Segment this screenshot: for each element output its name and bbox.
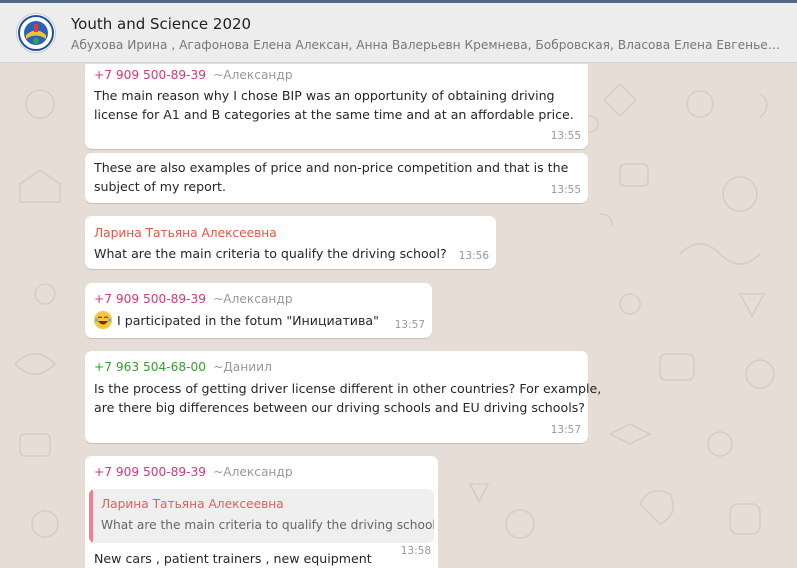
sender-nickname: ~Александр <box>213 68 293 82</box>
sender-phone[interactable]: +7 909 500-89-39 <box>94 68 206 82</box>
message-sender[interactable]: +7 909 500-89-39 ~Александр <box>94 463 293 482</box>
group-emblem-icon <box>18 15 54 51</box>
message-bubble[interactable]: Ларина Татьяна Алексеевна What are the m… <box>85 216 496 269</box>
quoted-text: What are the main criteria to qualify th… <box>101 518 434 532</box>
sender-nickname: ~Александр <box>213 465 293 479</box>
message-sender[interactable]: Ларина Татьяна Алексеевна <box>94 224 277 243</box>
message-sender[interactable]: +7 963 504-68-00 ~Даниил <box>94 358 272 377</box>
message-text: What are the main criteria to qualify th… <box>94 246 447 261</box>
message-bubble[interactable]: +7 963 504-68-00 ~Даниил Is the process o… <box>85 351 601 443</box>
message-text: The main reason why I chose BIP was an o… <box>94 88 555 103</box>
message-bubble[interactable]: +7 909 500-89-39 ~Александр The main reas… <box>85 64 588 149</box>
message-bubble[interactable]: +7 909 500-89-39 ~Александр I participate… <box>85 283 432 338</box>
message-sender[interactable]: +7 909 500-89-39 ~Александр <box>94 290 293 309</box>
message-text: These are also examples of price and non… <box>94 160 569 175</box>
message-text: New cars , patient trainers , new equipm… <box>94 551 372 566</box>
message-time: 13:55 <box>550 130 581 142</box>
message-time: 13:58 <box>400 545 431 557</box>
message-text: are there big differences between our dr… <box>94 400 585 415</box>
group-members-list[interactable]: Абухова Ирина , Агафонова Елена Алексан,… <box>71 38 783 52</box>
quoted-sender: Ларина Татьяна Алексеевна <box>101 497 284 511</box>
quote-accent-bar <box>89 489 93 543</box>
message-text: subject of my report. <box>94 179 226 194</box>
message-bubble[interactable]: +7 909 500-89-39 ~Александр Ларина Татьян… <box>85 456 438 568</box>
sender-phone[interactable]: +7 909 500-89-39 <box>94 292 206 306</box>
group-avatar[interactable] <box>16 13 56 53</box>
sender-phone[interactable]: +7 963 504-68-00 <box>94 360 206 374</box>
message-time: 13:57 <box>550 424 581 436</box>
message-time: 13:56 <box>458 250 489 262</box>
message-text: I participated in the fotum "Инициатива" <box>117 313 379 328</box>
message-time: 13:57 <box>394 319 425 331</box>
sender-phone[interactable]: +7 909 500-89-39 <box>94 465 206 479</box>
message-time: 13:55 <box>550 184 581 196</box>
message-pane[interactable]: +7 909 500-89-39 ~Александр The main reas… <box>0 64 797 568</box>
group-title[interactable]: Youth and Science 2020 <box>71 15 251 33</box>
message-bubble[interactable]: These are also examples of price and non… <box>85 153 588 203</box>
sender-nickname: ~Александр <box>213 292 293 306</box>
message-text-row: I participated in the fotum "Инициатива" <box>94 311 379 330</box>
chat-header[interactable]: Youth and Science 2020 Абухова Ирина , А… <box>0 3 797 63</box>
laughing-emoji-icon <box>94 311 112 329</box>
message-text: Is the process of getting driver license… <box>94 381 602 396</box>
quoted-message[interactable]: Ларина Татьяна Алексеевна What are the m… <box>89 489 434 543</box>
sender-nickname: ~Даниил <box>213 360 272 374</box>
message-sender[interactable]: +7 909 500-89-39 ~Александр <box>94 66 293 85</box>
message-text: license for A1 and B categories at the s… <box>94 107 574 122</box>
